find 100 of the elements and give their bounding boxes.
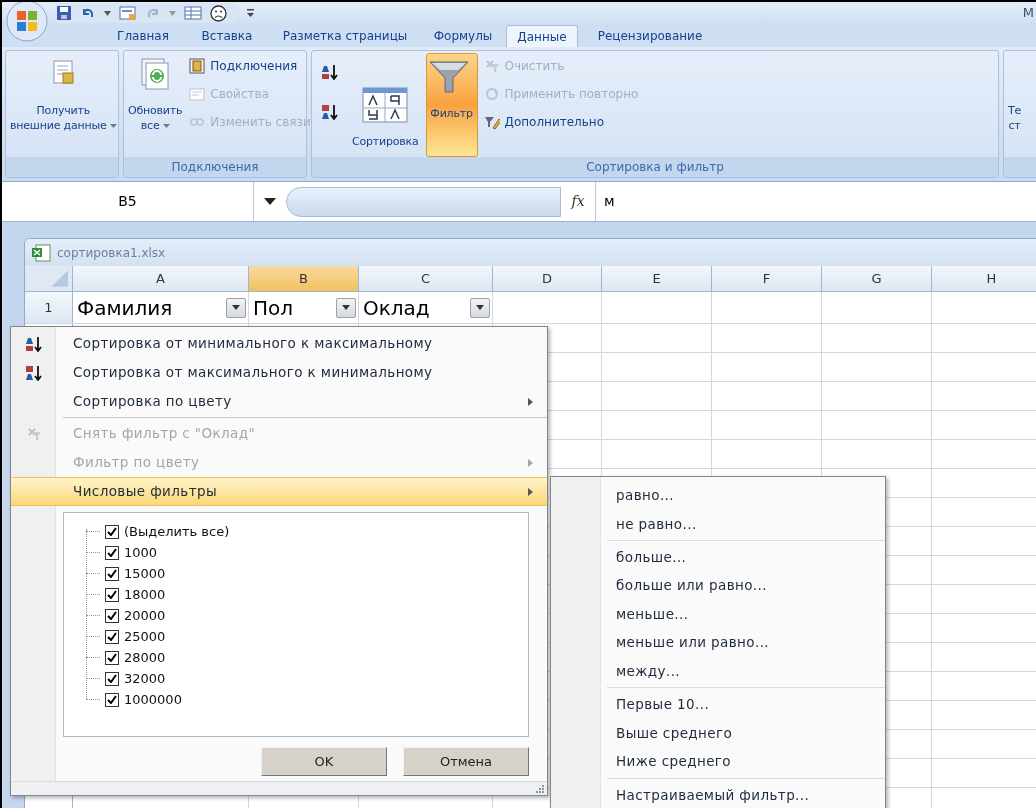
window-title: M xyxy=(1022,4,1035,23)
ribbon-button[interactable]: Получить внешние данные xyxy=(9,53,118,157)
checkmark-icon xyxy=(107,548,117,557)
checkbox[interactable] xyxy=(105,650,119,665)
table-cell-text: Оклад xyxy=(362,294,431,322)
sort-dialog-icon xyxy=(361,86,410,124)
column-header[interactable]: G xyxy=(822,266,932,291)
submenu-arrow-icon xyxy=(528,487,533,496)
checkbox[interactable] xyxy=(105,629,119,644)
formula-field[interactable]: м xyxy=(595,182,1036,221)
checkbox-label[interactable]: 32000 xyxy=(124,668,166,689)
menu-item[interactable]: больше или равно... xyxy=(551,571,885,600)
form-icon[interactable] xyxy=(119,5,137,21)
menu-item[interactable]: Выше среднего xyxy=(551,718,885,748)
checkbox-label[interactable]: 18000 xyxy=(124,584,166,605)
menu-item[interactable]: Сортировка от максимального к минимальному xyxy=(11,358,547,387)
table-cell-text: Фамилия xyxy=(76,294,174,322)
menu-item[interactable]: Числовые фильтры xyxy=(11,477,547,506)
filter-dropdown-button[interactable] xyxy=(226,297,246,318)
group-label: Подключения xyxy=(171,159,259,176)
column-header[interactable]: D xyxy=(493,266,602,291)
menu-item[interactable]: Сортировка от минимального к максимальному xyxy=(11,329,547,358)
spreadsheet-file-icon xyxy=(31,243,51,262)
checkmark-icon xyxy=(107,695,117,704)
menu-item[interactable]: больше... xyxy=(551,542,885,572)
checkbox[interactable] xyxy=(105,608,119,623)
resize-grip-icon[interactable] xyxy=(536,784,544,793)
checkmark-icon xyxy=(107,674,117,683)
ribbon-tab[interactable]: Данные xyxy=(506,25,578,47)
properties-icon xyxy=(189,86,206,102)
ribbon-tab[interactable]: Рецензирование xyxy=(580,25,720,47)
caret-icon xyxy=(342,305,350,310)
ribbon-tab[interactable]: Разметка страницы xyxy=(270,25,420,47)
sort-descending-icon[interactable] xyxy=(321,104,339,120)
checkbox[interactable] xyxy=(105,566,119,581)
menu-item[interactable]: Первые 10... xyxy=(551,690,885,719)
menu-item[interactable]: Настраиваемый фильтр... xyxy=(551,780,885,808)
group-label: Сортировка и фильтр xyxy=(586,159,724,176)
checkbox-label[interactable]: 1000 xyxy=(124,542,158,563)
dialog-button[interactable]: Отмена xyxy=(403,747,529,776)
name-box[interactable]: B5 xyxy=(2,182,254,221)
menu-item[interactable]: Ниже среднего xyxy=(551,747,885,776)
customize-toolbar-icon[interactable] xyxy=(247,8,254,18)
dropdown-icon[interactable] xyxy=(264,198,276,205)
table-icon[interactable] xyxy=(184,5,202,21)
checkbox[interactable] xyxy=(105,671,119,686)
caret-icon[interactable] xyxy=(104,10,111,16)
checkbox[interactable] xyxy=(105,587,119,602)
checkbox-label[interactable]: (Выделить все) xyxy=(124,521,230,542)
column-header[interactable]: C xyxy=(359,266,493,291)
reapply-icon xyxy=(483,86,500,102)
ribbon-button[interactable]: Фильтр xyxy=(425,53,478,157)
checkmark-icon xyxy=(107,527,117,536)
caret-icon xyxy=(232,305,240,310)
checkbox[interactable] xyxy=(105,524,119,539)
sort-ascending-icon[interactable] xyxy=(321,64,339,80)
checkmark-icon xyxy=(107,569,117,578)
ribbon-tab[interactable]: Главная xyxy=(102,25,184,47)
checkbox-label[interactable]: 28000 xyxy=(124,647,166,668)
checkmark-icon xyxy=(107,590,117,599)
ribbon-button[interactable]: Сортировка xyxy=(351,53,420,157)
checkbox-label[interactable]: 15000 xyxy=(124,563,166,584)
filter-dropdown-button[interactable] xyxy=(470,297,490,318)
connections-icon xyxy=(189,58,206,74)
ribbon-tab[interactable]: Формулы xyxy=(422,25,504,47)
checkbox-label[interactable]: 1000000 xyxy=(124,689,182,710)
menu-item[interactable]: меньше... xyxy=(551,599,885,629)
column-header[interactable]: F xyxy=(712,266,822,291)
advanced-filter-icon xyxy=(483,114,500,130)
clear-filter-icon xyxy=(25,425,42,442)
menu-item[interactable]: меньше или равно... xyxy=(551,628,885,657)
checkbox[interactable] xyxy=(105,545,119,560)
caret-icon xyxy=(476,305,484,310)
ribbon-button[interactable]: Подключения xyxy=(189,53,311,79)
checkbox-label[interactable]: 20000 xyxy=(124,605,166,626)
group-label-bar xyxy=(1004,157,1036,177)
checkbox-label[interactable]: 25000 xyxy=(124,626,166,647)
clear-filter-icon xyxy=(483,58,500,74)
ribbon-tab[interactable]: Вставка xyxy=(186,25,268,47)
menu-item[interactable]: не равно... xyxy=(551,509,885,538)
menu-item[interactable]: Сортировка по цвету xyxy=(11,387,547,416)
menu-item[interactable]: равно... xyxy=(551,481,885,510)
workbook-title: сортировка1.xlsx xyxy=(57,244,166,262)
ribbon-button[interactable]: Обновить все xyxy=(127,53,184,157)
ribbon-button[interactable]: Дополнительно xyxy=(483,109,639,135)
formula-divider-handle[interactable] xyxy=(286,186,561,217)
row-header[interactable]: 1 xyxy=(25,292,73,323)
insert-function-button[interactable]: fx xyxy=(561,191,595,212)
column-header[interactable]: H xyxy=(932,266,1036,291)
checkmark-icon xyxy=(107,632,117,641)
column-header[interactable]: E xyxy=(602,266,712,291)
column-header[interactable]: B xyxy=(249,266,359,291)
save-icon[interactable] xyxy=(56,5,72,21)
filter-dropdown-button[interactable] xyxy=(336,297,356,318)
checkbox[interactable] xyxy=(105,692,119,707)
dialog-button[interactable]: OK xyxy=(261,747,387,776)
emoticon-icon[interactable] xyxy=(210,4,227,22)
sort-ascending-icon xyxy=(24,335,43,352)
ribbon-button[interactable]: Те ст xyxy=(1007,53,1023,157)
menu-item[interactable]: между... xyxy=(551,656,885,686)
